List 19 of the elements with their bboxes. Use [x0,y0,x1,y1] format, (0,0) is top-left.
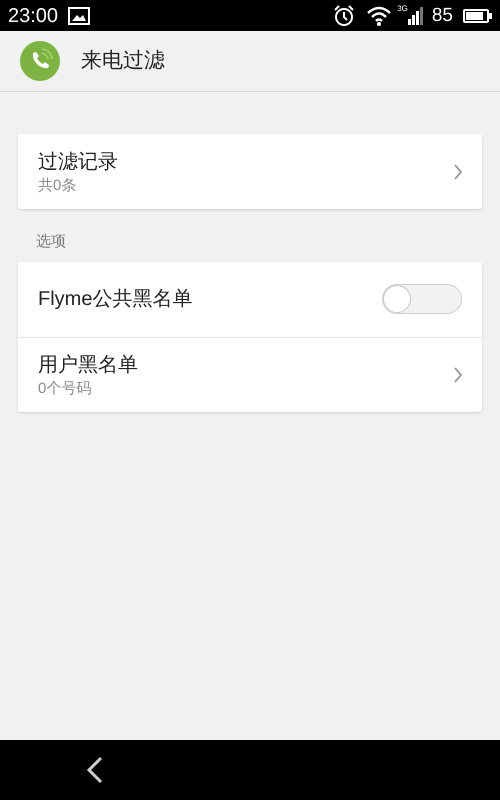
setting-subtitle: 0个号码 [38,378,92,398]
wifi-icon [367,6,392,26]
setting-title[interactable]: Flyme公共黑名单 [38,285,382,313]
signal-icon [408,6,424,24]
phone-app-icon[interactable] [20,41,60,81]
alarm-icon [333,4,356,26]
toggle-switch[interactable] [382,284,462,314]
section-label: 选项 [35,232,67,252]
image-icon [68,6,90,24]
chevron-right-icon[interactable] [454,366,462,382]
setting-title[interactable]: 用户黑名单 [38,350,454,378]
page-title: 来电过滤 [81,48,165,74]
setting-subtitle: 共0条 [38,176,78,196]
battery-icon [463,8,489,22]
chevron-right-icon[interactable] [454,164,462,180]
clock-time: 23:00 [8,6,58,26]
battery-percent: 85 [432,6,453,25]
network-label: 3G [397,5,408,13]
setting-title[interactable]: 过滤记录 [38,148,454,176]
